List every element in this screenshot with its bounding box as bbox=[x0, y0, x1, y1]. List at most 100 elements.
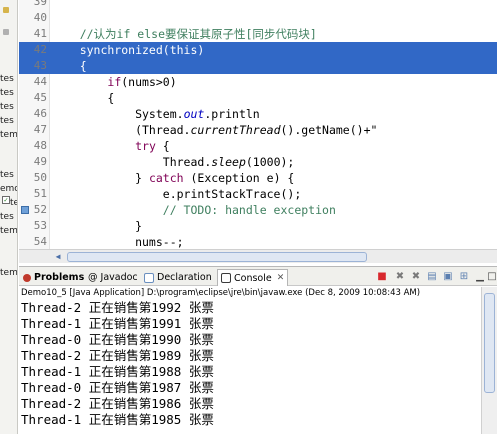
line-number: 51 bbox=[33, 187, 47, 200]
code-line[interactable]: (Thread.currentThread().getName()+" bbox=[52, 122, 497, 138]
code-line[interactable]: synchronized(this) bbox=[19, 42, 497, 58]
console-output-line: Thread-2 正在销售第1986 张票 bbox=[21, 396, 214, 411]
folder-icon bbox=[3, 7, 9, 13]
open-console-icon[interactable]: ⊞ bbox=[457, 270, 471, 284]
code-editor[interactable]: //认为if else要保证其原子性[同步代码块] synchronized(t… bbox=[19, 0, 497, 250]
code-line[interactable]: } bbox=[52, 218, 497, 234]
explorer-item[interactable]: tes bbox=[0, 102, 17, 112]
code-line[interactable]: //认为if else要保证其原子性[同步代码块] bbox=[52, 26, 497, 42]
code-line[interactable] bbox=[52, 0, 497, 10]
code-token: e.printStackTrace(); bbox=[52, 187, 302, 201]
tab-label: Console bbox=[234, 272, 272, 284]
declaration-icon bbox=[144, 272, 154, 283]
explorer-item[interactable]: tes bbox=[10, 198, 17, 208]
code-token: //认为if else要保证其原子性[同步代码块] bbox=[52, 27, 317, 41]
console-output-line: Thread-2 正在销售第1989 张票 bbox=[21, 348, 214, 363]
line-number: 46 bbox=[33, 107, 47, 120]
display-console-icon[interactable]: ▣ bbox=[441, 270, 455, 284]
remove-all-icon[interactable]: ✖ bbox=[409, 270, 423, 284]
explorer-item[interactable]: tes bbox=[0, 116, 17, 126]
console-output-line: Thread-2 正在销售第1992 张票 bbox=[21, 300, 214, 315]
editor-horizontal-scrollbar[interactable]: ◀ bbox=[19, 249, 497, 263]
maximize-icon[interactable]: □ bbox=[485, 270, 497, 284]
code-token: synchronized(this) bbox=[52, 43, 205, 57]
remove-launch-icon[interactable]: ✖ bbox=[393, 270, 407, 284]
code-line[interactable]: { bbox=[19, 58, 497, 74]
line-number: 45 bbox=[33, 91, 47, 104]
terminate-icon[interactable]: ■ bbox=[375, 270, 389, 284]
file-icon bbox=[3, 29, 9, 35]
explorer-item[interactable]: tem bbox=[0, 226, 17, 236]
line-number: 47 bbox=[33, 123, 47, 136]
pin-icon[interactable]: ▤ bbox=[425, 270, 439, 284]
explorer-item[interactable]: tem bbox=[0, 268, 17, 278]
code-token: (Thread. bbox=[52, 123, 191, 137]
tab-label: Declaration bbox=[157, 272, 212, 283]
explorer-item[interactable]: tem bbox=[0, 130, 17, 140]
code-token: Thread. bbox=[52, 155, 212, 169]
scrollbar-thumb[interactable] bbox=[67, 252, 367, 262]
tab-console[interactable]: Console ✕ bbox=[217, 269, 289, 286]
views-tab-bar: Problems @ Javadoc Declaration Console ✕… bbox=[19, 266, 497, 286]
code-token: { bbox=[52, 59, 87, 73]
console-icon bbox=[221, 273, 231, 283]
code-token: try bbox=[135, 139, 156, 153]
explorer-item[interactable]: emo bbox=[0, 184, 17, 194]
tab-problems[interactable]: Problems bbox=[20, 269, 87, 286]
explorer-item[interactable]: tes bbox=[0, 212, 17, 222]
code-line[interactable] bbox=[52, 10, 497, 26]
console-output-line: Thread-0 正在销售第1987 张票 bbox=[21, 380, 214, 395]
code-token: System. bbox=[52, 107, 184, 121]
line-number: 48 bbox=[33, 139, 47, 152]
code-token: } bbox=[52, 171, 149, 185]
code-line[interactable]: } catch (Exception e) { bbox=[52, 170, 497, 186]
code-token: // TODO: handle exception bbox=[52, 203, 336, 217]
code-line[interactable]: e.printStackTrace(); bbox=[52, 186, 497, 202]
line-number: 39 bbox=[33, 0, 47, 8]
code-token: .println bbox=[204, 107, 260, 121]
code-line[interactable]: nums--; bbox=[52, 234, 497, 250]
tab-javadoc[interactable]: @ Javadoc bbox=[85, 269, 141, 286]
checkbox-icon[interactable]: ✓ bbox=[2, 196, 10, 204]
code-line[interactable]: Thread.sleep(1000); bbox=[52, 154, 497, 170]
line-number: 53 bbox=[33, 219, 47, 232]
code-token: if bbox=[107, 75, 122, 89]
tab-label: @ Javadoc bbox=[88, 272, 138, 283]
code-token: ().getName()+" bbox=[280, 123, 378, 137]
explorer-item[interactable]: tes bbox=[0, 88, 17, 98]
code-token: catch bbox=[148, 171, 184, 185]
console-output-line: Thread-1 正在销售第1988 张票 bbox=[21, 364, 214, 379]
line-number: 49 bbox=[33, 155, 47, 168]
task-marker-icon[interactable] bbox=[21, 206, 29, 214]
code-line[interactable]: System.out.println bbox=[52, 106, 497, 122]
code-token: nums--; bbox=[52, 235, 184, 249]
scroll-left-icon[interactable]: ◀ bbox=[52, 251, 64, 263]
console-vertical-scrollbar[interactable] bbox=[481, 287, 497, 434]
tab-declaration[interactable]: Declaration bbox=[141, 269, 215, 286]
console-launch-header: Demo10_5 [Java Application] D:\program\e… bbox=[19, 287, 497, 299]
code-line[interactable]: try { bbox=[52, 138, 497, 154]
line-number: 40 bbox=[33, 11, 47, 24]
code-token: } bbox=[52, 219, 143, 233]
code-line[interactable]: // TODO: handle exception bbox=[52, 202, 497, 218]
code-token: sleep bbox=[211, 155, 246, 169]
line-number: 50 bbox=[33, 171, 47, 184]
scrollbar-thumb[interactable] bbox=[484, 293, 495, 393]
code-line[interactable]: { bbox=[52, 90, 497, 106]
code-token: { bbox=[52, 91, 115, 105]
package-explorer-strip: tes tes tes tes tem tes emo ✓ tes tes te… bbox=[0, 0, 18, 434]
code-token: (1000); bbox=[245, 155, 295, 169]
tab-label: Problems bbox=[34, 272, 85, 283]
code-line[interactable]: if(nums>0) bbox=[52, 74, 497, 90]
line-number: 43 bbox=[33, 59, 47, 72]
console-output-line: Thread-0 正在销售第1990 张票 bbox=[21, 332, 214, 347]
console-output[interactable]: Thread-2 正在销售第1992 张票 Thread-1 正在销售第1991 … bbox=[19, 299, 479, 434]
explorer-item[interactable]: tes bbox=[0, 74, 17, 84]
line-number: 44 bbox=[33, 75, 47, 88]
close-icon[interactable]: ✕ bbox=[277, 273, 285, 283]
console-output-line: Thread-1 正在销售第1991 张票 bbox=[21, 316, 214, 331]
console-output-line: Thread-1 正在销售第1985 张票 bbox=[21, 412, 214, 427]
explorer-item[interactable]: tes bbox=[0, 170, 17, 180]
code-area[interactable]: //认为if else要保证其原子性[同步代码块] synchronized(t… bbox=[19, 0, 497, 250]
